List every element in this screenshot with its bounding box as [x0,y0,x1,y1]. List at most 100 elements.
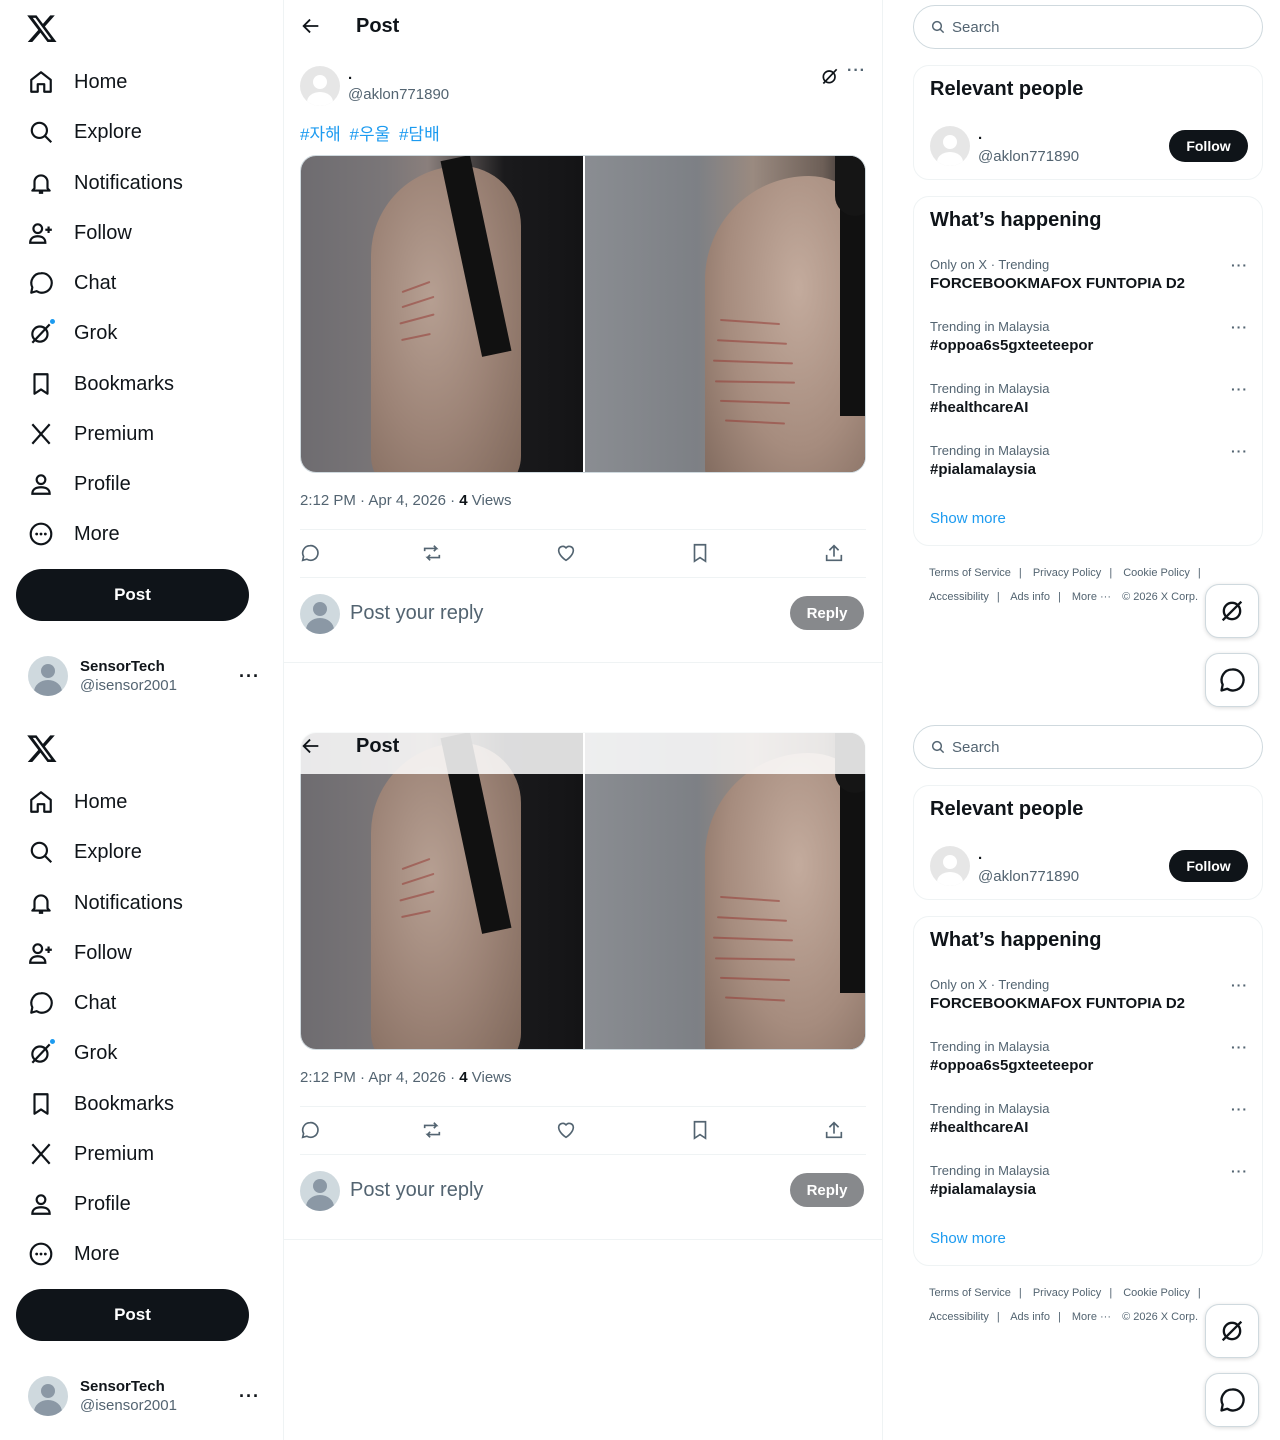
grok-icon[interactable] [820,66,840,86]
trend-item[interactable]: Trending in Malaysia #healthcareAI ··· [930,381,1248,427]
hashtag-link[interactable]: #자해 [300,125,341,144]
ads-info-link[interactable]: Ads info [1010,1311,1050,1323]
chat-fab-button[interactable] [1205,1373,1259,1427]
more-dots-icon[interactable]: ··· [1231,1039,1248,1055]
more-dots-icon[interactable]: ··· [1231,977,1248,993]
hashtag-link[interactable]: #우울 [349,125,390,144]
nav-follow[interactable]: Follow [16,209,144,257]
like-icon[interactable] [555,1119,577,1141]
like-icon[interactable] [555,542,577,564]
footer-more-link[interactable]: More ··· [1072,591,1111,603]
more-dots-icon[interactable]: ··· [1231,257,1248,273]
person-name[interactable]: . [978,846,982,863]
share-icon[interactable] [823,542,845,564]
nav-premium[interactable]: Premium [16,410,166,458]
reply-input[interactable]: Post your reply [350,602,483,625]
terms-link[interactable]: Terms of Service [929,1287,1011,1299]
search-box[interactable] [913,725,1263,769]
follow-button[interactable]: Follow [1169,850,1248,882]
person-name[interactable]: . [978,126,982,143]
nav-home[interactable]: Home [16,778,139,826]
tweet-media[interactable] [300,155,866,473]
media-photo[interactable] [583,156,865,472]
terms-link[interactable]: Terms of Service [929,567,1011,579]
nav-grok[interactable]: Grok [16,309,129,357]
more-dots-icon[interactable]: ··· [1231,1101,1248,1117]
more-dots-icon[interactable]: ··· [1231,1163,1248,1179]
ads-info-link[interactable]: Ads info [1010,591,1050,603]
grok-fab-button[interactable] [1205,584,1259,638]
nav-follow[interactable]: Follow [16,929,144,977]
person-row[interactable]: . @aklon771890 Follow [930,846,1248,890]
more-dots-icon[interactable]: ··· [1231,443,1248,459]
author-handle[interactable]: @aklon771890 [348,86,449,103]
nav-bookmarks[interactable]: Bookmarks [16,1080,186,1128]
cookie-link[interactable]: Cookie Policy [1123,1287,1190,1299]
post-button[interactable]: Post [16,1289,249,1341]
bookmark-icon[interactable] [689,542,711,564]
privacy-link[interactable]: Privacy Policy [1033,1287,1101,1299]
back-arrow-icon[interactable] [300,735,322,757]
search-input[interactable] [952,18,1252,36]
timestamp-text[interactable]: 2:12 PM · Apr 4, 2026 · [300,492,459,509]
retweet-icon[interactable] [421,542,443,564]
more-dots-icon[interactable]: ··· [847,62,866,80]
trend-item[interactable]: Trending in Malaysia #pialamalaysia ··· [930,443,1248,489]
nav-bookmarks[interactable]: Bookmarks [16,360,186,408]
trend-item[interactable]: Trending in Malaysia #pialamalaysia ··· [930,1163,1248,1209]
person-handle[interactable]: @aklon771890 [978,148,1079,165]
nav-notifications[interactable]: Notifications [16,159,195,207]
cookie-link[interactable]: Cookie Policy [1123,567,1190,579]
reply-icon[interactable] [299,1119,321,1141]
show-more-link[interactable]: Show more [930,1230,1006,1247]
reply-input[interactable]: Post your reply [350,1179,483,1202]
more-dots-icon[interactable]: ··· [239,1386,260,1407]
follow-button[interactable]: Follow [1169,130,1248,162]
account-switcher[interactable]: SensorTech @isensor2001 ··· [16,1368,272,1424]
avatar[interactable] [930,126,970,166]
reply-icon[interactable] [299,542,321,564]
nav-more[interactable]: More [16,510,132,558]
more-dots-icon[interactable]: ··· [239,666,260,687]
reply-button[interactable]: Reply [790,1173,864,1207]
trend-item[interactable]: Trending in Malaysia #oppoa6s5gxteeteepo… [930,1039,1248,1085]
avatar[interactable] [300,66,340,106]
bookmark-icon[interactable] [689,1119,711,1141]
nav-notifications[interactable]: Notifications [16,879,195,927]
accessibility-link[interactable]: Accessibility [929,591,989,603]
media-photo[interactable] [583,733,865,1049]
trend-item[interactable]: Trending in Malaysia #oppoa6s5gxteeteepo… [930,319,1248,365]
chat-fab-button[interactable] [1205,653,1259,707]
retweet-icon[interactable] [421,1119,443,1141]
more-dots-icon[interactable]: ··· [1231,319,1248,335]
search-box[interactable] [913,5,1263,49]
nav-profile[interactable]: Profile [16,460,143,508]
trend-item[interactable]: Only on X · Trending FORCEBOOKMAFOX FUNT… [930,977,1248,1023]
nav-explore[interactable]: Explore [16,108,154,156]
timestamp-text[interactable]: 2:12 PM · Apr 4, 2026 · [300,1069,459,1086]
grok-fab-button[interactable] [1205,1304,1259,1358]
nav-chat[interactable]: Chat [16,259,128,307]
media-photo[interactable] [301,156,583,472]
post-button[interactable]: Post [16,569,249,621]
media-photo[interactable] [301,733,583,1049]
share-icon[interactable] [823,1119,845,1141]
nav-chat[interactable]: Chat [16,979,128,1027]
more-dots-icon[interactable]: ··· [1231,381,1248,397]
tweet-media[interactable] [300,732,866,1050]
x-logo-icon[interactable] [26,12,58,44]
search-input[interactable] [952,738,1252,756]
trend-item[interactable]: Trending in Malaysia #healthcareAI ··· [930,1101,1248,1147]
nav-profile[interactable]: Profile [16,1180,143,1228]
show-more-link[interactable]: Show more [930,510,1006,527]
trend-item[interactable]: Only on X · Trending FORCEBOOKMAFOX FUNT… [930,257,1248,303]
author-name[interactable]: . [348,66,352,83]
x-logo-icon[interactable] [26,732,58,764]
avatar[interactable] [930,846,970,886]
nav-more[interactable]: More [16,1230,132,1278]
nav-home[interactable]: Home [16,58,139,106]
accessibility-link[interactable]: Accessibility [929,1311,989,1323]
nav-premium[interactable]: Premium [16,1130,166,1178]
footer-more-link[interactable]: More ··· [1072,1311,1111,1323]
hashtag-link[interactable]: #담배 [399,125,440,144]
